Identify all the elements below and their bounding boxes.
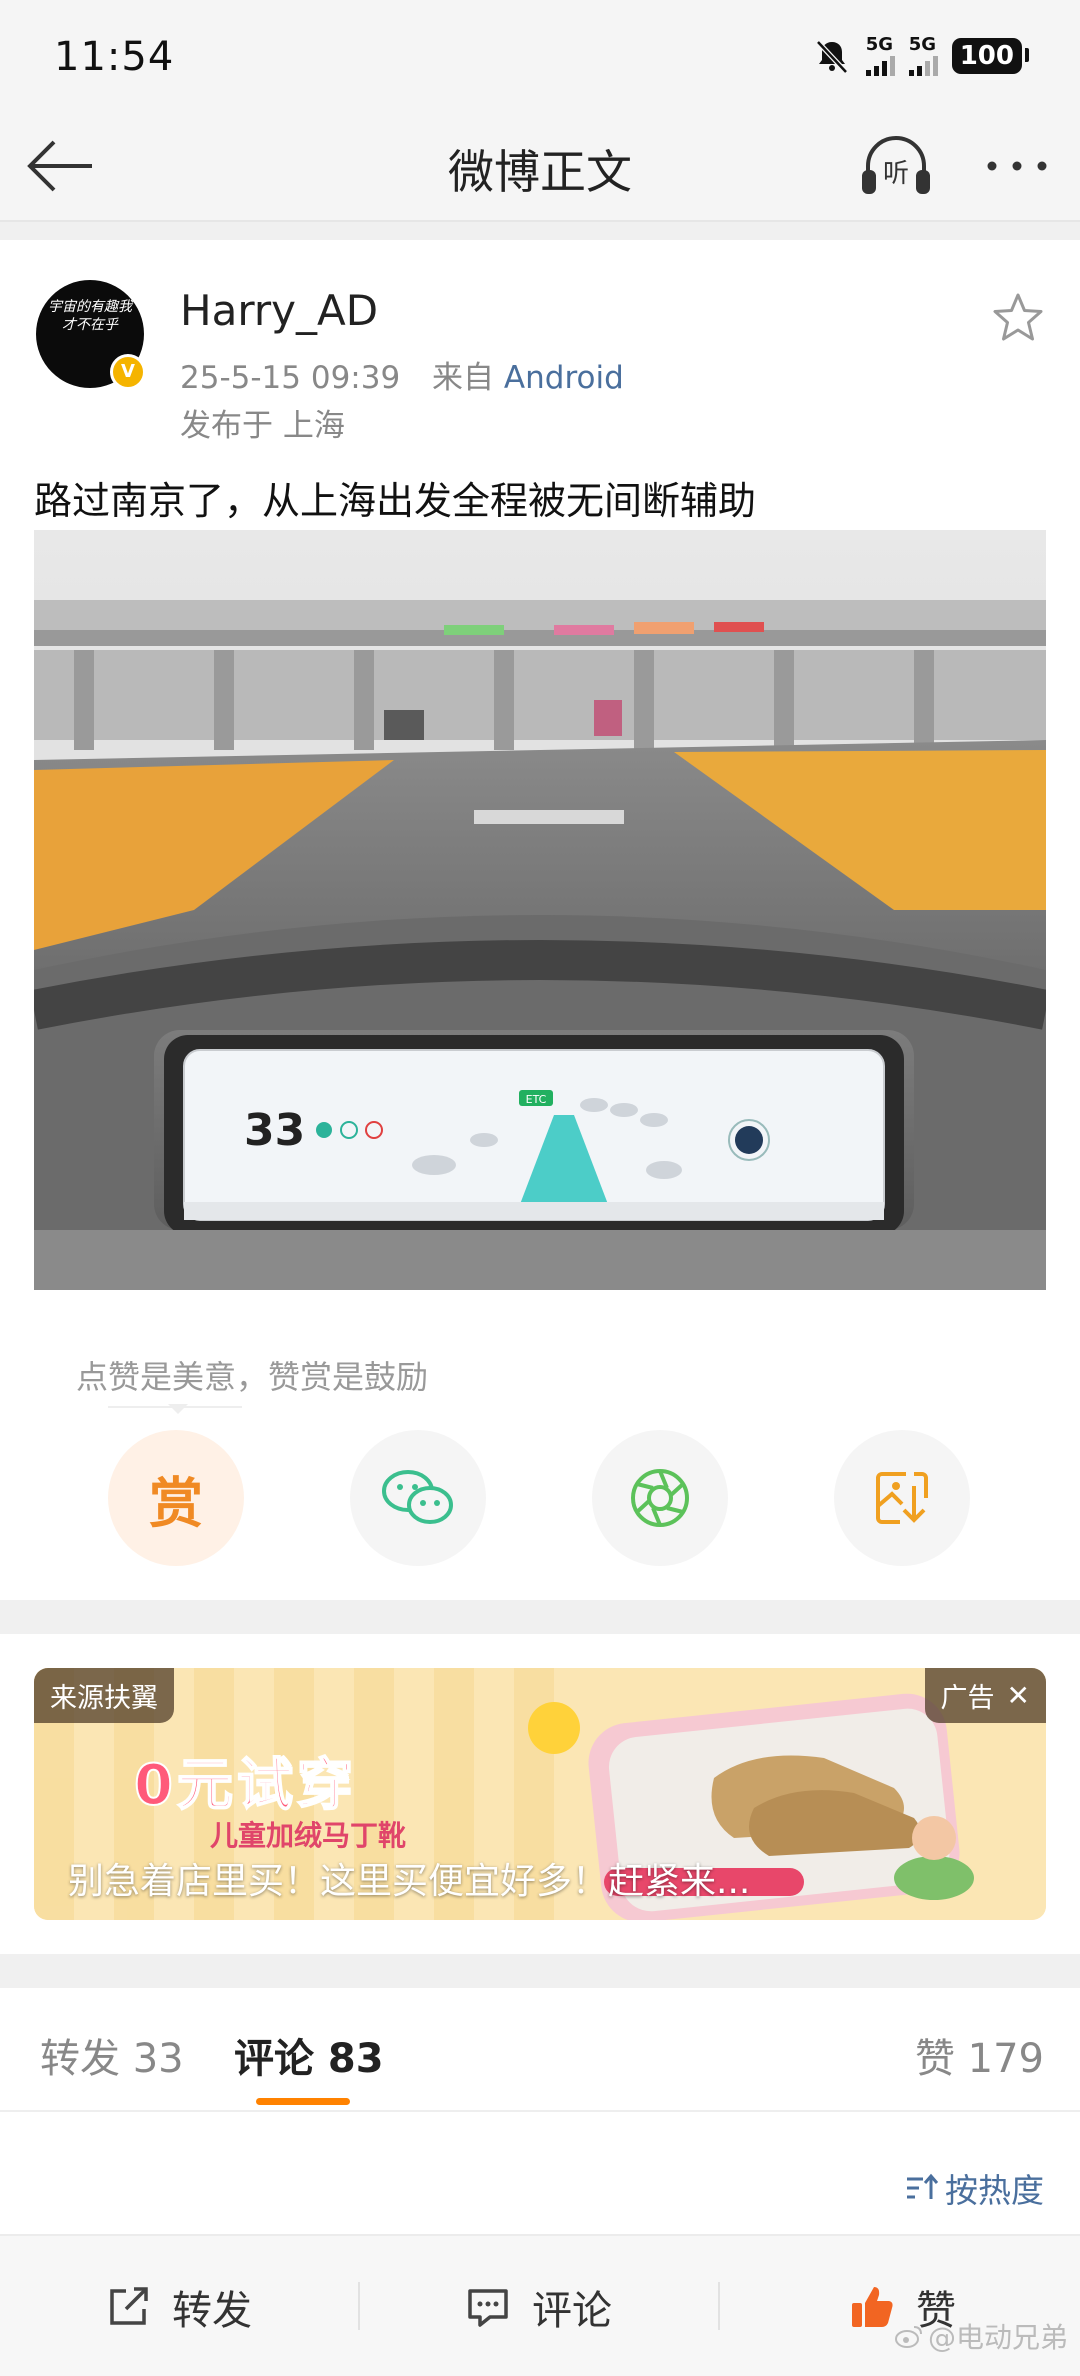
dashboard-speed: 33 bbox=[244, 1105, 305, 1156]
post-image[interactable]: 33 ETC bbox=[34, 530, 1046, 1290]
moments-shutter-icon bbox=[631, 1469, 689, 1527]
share-wechat-button[interactable] bbox=[350, 1430, 486, 1566]
wechat-icon bbox=[382, 1470, 453, 1524]
ad-banner[interactable]: 来源扶翼 广告 ✕ 0元试穿 儿童加绒马丁靴 别急着店里买！这里买便宜好多！赶紧… bbox=[34, 1668, 1046, 1920]
interaction-tabs: 转发 33 评论 83 赞 179 bbox=[0, 1988, 1080, 2112]
thumbs-up-icon bbox=[852, 2287, 893, 2327]
comment-bubble-icon bbox=[468, 2289, 508, 2327]
car-dashboard-photo: 33 ETC bbox=[34, 530, 1046, 1290]
dashboard-etc-tag: ETC bbox=[526, 1093, 547, 1106]
ad-subline: 儿童加绒马丁靴 bbox=[210, 1819, 407, 1852]
post-body: 路过南京了，从上海出发全程被无间断辅助 bbox=[34, 479, 757, 523]
tab-likes[interactable]: 赞 179 bbox=[915, 2026, 1044, 2084]
reward-label: 赏 bbox=[149, 1471, 203, 1535]
repost-share-icon bbox=[110, 2287, 148, 2325]
reward-button[interactable]: 赏 bbox=[108, 1430, 244, 1566]
save-image-icon bbox=[876, 1472, 928, 1524]
repost-button[interactable]: 转发 bbox=[104, 2236, 252, 2376]
status-bar: 11:54 5G 5G 100 bbox=[0, 0, 1080, 110]
post-meta: 25-5-15 09:39 来自 Android bbox=[180, 352, 624, 397]
close-icon[interactable]: ✕ bbox=[1007, 1681, 1030, 1710]
battery-indicator: 100 bbox=[951, 38, 1030, 74]
ad-label-text: 广告 bbox=[940, 1683, 995, 1714]
weibo-logo-icon bbox=[894, 2326, 922, 2348]
comment-button[interactable]: 评论 bbox=[464, 2236, 612, 2376]
sort-icon bbox=[907, 2173, 939, 2199]
ad-label: 广告 ✕ bbox=[924, 1668, 1046, 1723]
bottom-divider bbox=[718, 2282, 720, 2330]
repost-label: 转发 bbox=[172, 2288, 252, 2334]
ad-caption: 别急着店里买！这里买便宜好多！赶紧来... bbox=[68, 1861, 751, 1902]
tab-comments[interactable]: 评论 83 bbox=[234, 2026, 384, 2084]
avatar-calligraphy: 宇宙的有趣我才不在乎 bbox=[48, 299, 132, 333]
post-source-prefix: 来自 bbox=[432, 360, 495, 396]
mute-bell-icon bbox=[815, 40, 848, 74]
comment-label: 评论 bbox=[532, 2288, 612, 2334]
post-date: 25-5-15 09:39 bbox=[180, 360, 401, 396]
post-source-link[interactable]: Android bbox=[504, 360, 624, 396]
post-location: 发布于 上海 bbox=[180, 408, 345, 444]
network-type-2: 5G bbox=[908, 34, 937, 55]
reward-hint: 点赞是美意，赞赏是鼓励 bbox=[76, 1358, 429, 1396]
watermark-text: @电动兄弟 bbox=[927, 2321, 1068, 2354]
sort-label: 按热度 bbox=[945, 2171, 1044, 2210]
signal-sim1: 5G bbox=[865, 34, 895, 76]
section-divider bbox=[0, 222, 1080, 240]
signal-bars-icon bbox=[865, 54, 895, 76]
verified-badge-icon: V bbox=[110, 354, 146, 390]
more-options-icon[interactable] bbox=[982, 136, 1052, 196]
section-divider bbox=[0, 1600, 1080, 1634]
signal-bars-icon bbox=[908, 54, 938, 76]
listen-label: 听 bbox=[883, 159, 909, 189]
tab-repost[interactable]: 转发 33 bbox=[40, 2026, 184, 2084]
sort-button[interactable]: 按热度 bbox=[905, 2164, 1044, 2212]
network-type-1: 5G bbox=[865, 34, 894, 55]
username[interactable]: Harry_AD bbox=[180, 286, 378, 335]
signal-sim2: 5G bbox=[908, 34, 938, 76]
favorite-star-icon[interactable] bbox=[990, 290, 1046, 346]
ad-source-label: 来源扶翼 bbox=[34, 1668, 174, 1723]
ad-headline: 0元试穿 bbox=[133, 1752, 357, 1819]
save-image-button[interactable] bbox=[834, 1430, 970, 1566]
section-divider bbox=[0, 1954, 1080, 1988]
hint-pointer bbox=[168, 1404, 188, 1414]
headphones-listen-icon[interactable]: 听 bbox=[858, 130, 934, 202]
status-icons: 5G 5G 100 bbox=[812, 34, 1030, 76]
watermark: @电动兄弟 bbox=[894, 2316, 1068, 2356]
bottom-divider bbox=[358, 2282, 360, 2330]
share-moments-button[interactable] bbox=[592, 1430, 728, 1566]
nav-bar: 微博正文 听 bbox=[0, 110, 1080, 222]
status-time: 11:54 bbox=[54, 34, 175, 80]
active-tab-indicator bbox=[256, 2098, 350, 2105]
